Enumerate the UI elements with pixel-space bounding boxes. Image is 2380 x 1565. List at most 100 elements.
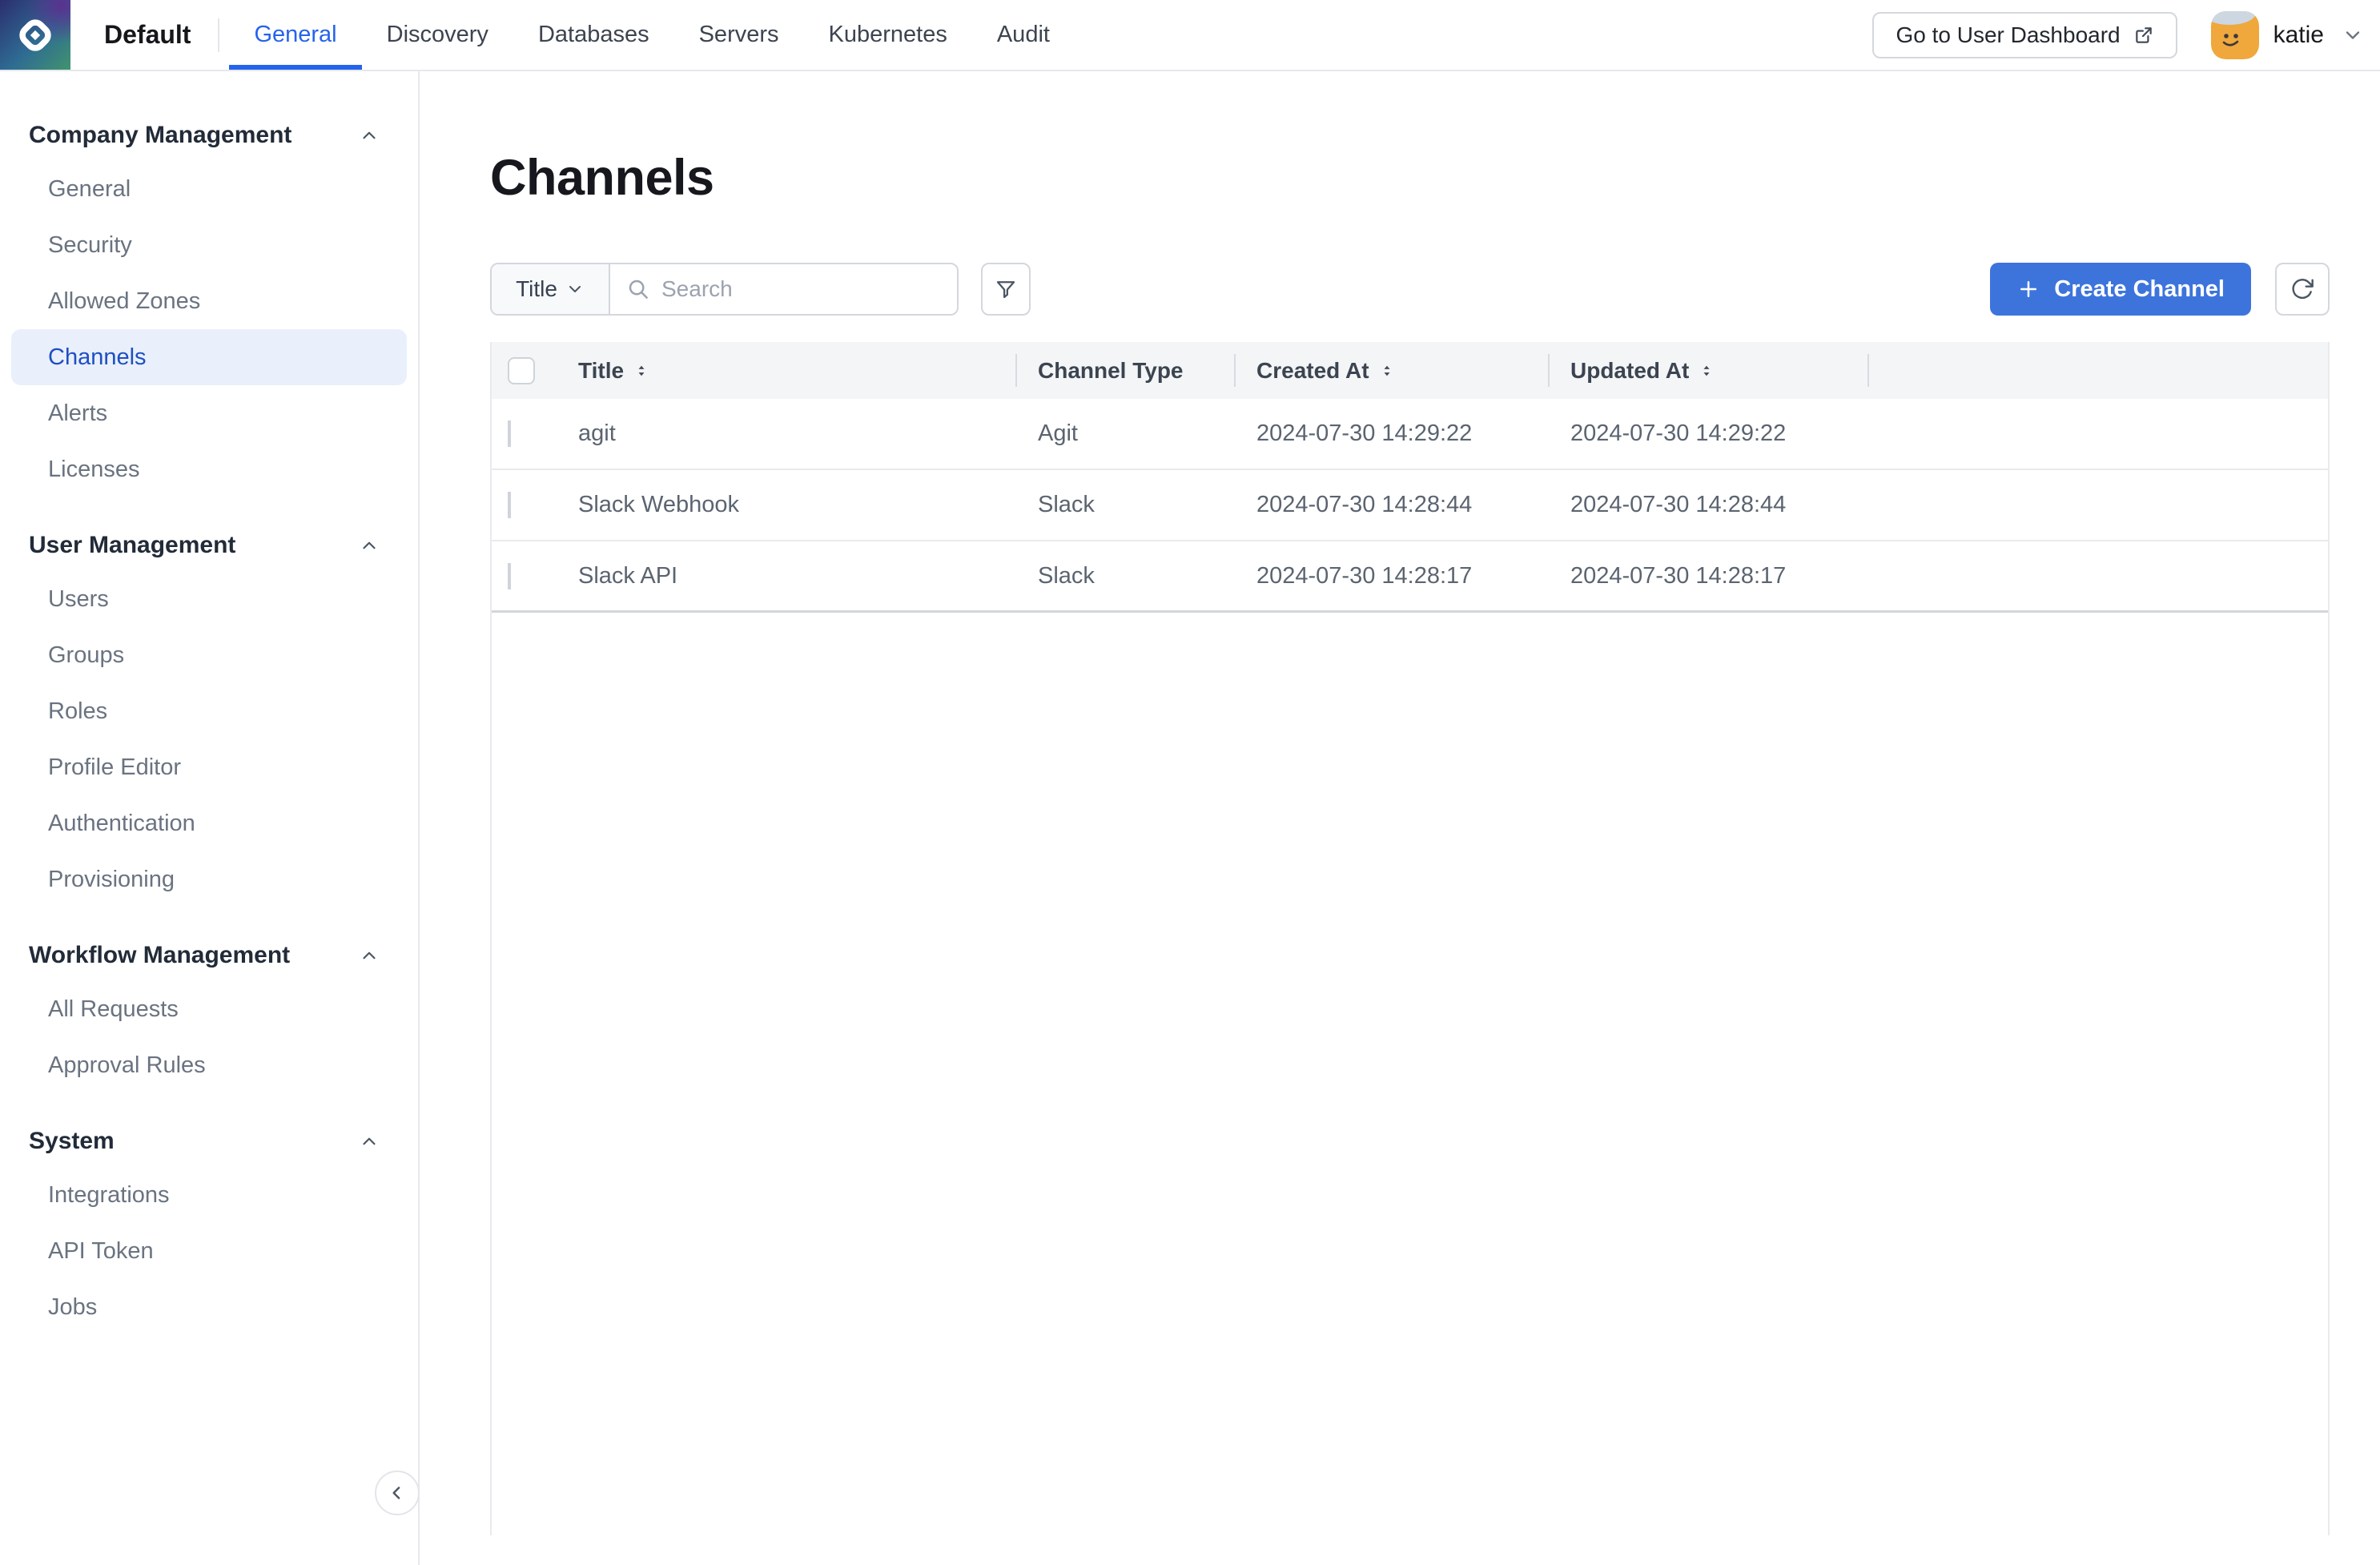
top-navbar: Default General Discovery Databases Serv… xyxy=(0,0,2380,71)
row-checkbox[interactable] xyxy=(508,420,511,447)
navbar-divider xyxy=(218,18,219,52)
table-row[interactable]: agit Agit 2024-07-30 14:29:22 2024-07-30… xyxy=(492,399,2328,470)
sidebar-section-user-management: User Management Users Groups Roles Profi… xyxy=(0,520,418,907)
go-to-user-dashboard-button[interactable]: Go to User Dashboard xyxy=(1872,12,2177,58)
funnel-icon xyxy=(994,277,1018,301)
row-checkbox-cell xyxy=(492,563,562,589)
navbar-right: Go to User Dashboard katie xyxy=(1872,0,2380,70)
sort-arrows-icon xyxy=(633,361,649,380)
cell-title: Slack Webhook xyxy=(562,492,1015,518)
row-checkbox-cell xyxy=(492,420,562,447)
column-header-title[interactable]: Title xyxy=(562,342,1015,399)
column-label: Created At xyxy=(1256,358,1369,384)
sidebar-header-user-management[interactable]: User Management xyxy=(0,520,418,571)
go-to-user-dashboard-label: Go to User Dashboard xyxy=(1896,22,2120,48)
sidebar-collapse-button[interactable] xyxy=(375,1470,420,1515)
username: katie xyxy=(2273,22,2324,49)
table-toolbar: Title Create Channel xyxy=(490,263,2330,316)
row-checkbox[interactable] xyxy=(508,563,511,589)
sidebar-item-profile-editor[interactable]: Profile Editor xyxy=(11,739,407,795)
search-group: Title xyxy=(490,263,959,316)
search-field-selector-value: Title xyxy=(516,276,557,302)
search-icon xyxy=(626,277,650,301)
cell-title: Slack API xyxy=(562,563,1015,589)
chevron-left-icon xyxy=(387,1483,408,1503)
header-checkbox-cell xyxy=(492,342,562,399)
table-header-row: Title Channel Type Created At Updated At xyxy=(492,342,2328,399)
create-channel-button[interactable]: Create Channel xyxy=(1990,263,2251,316)
sidebar-item-api-token[interactable]: API Token xyxy=(11,1223,407,1279)
tab-audit[interactable]: Audit xyxy=(972,0,1075,70)
external-link-icon xyxy=(2133,25,2154,46)
select-all-checkbox[interactable] xyxy=(508,357,535,384)
search-input[interactable] xyxy=(661,276,941,302)
chevron-up-icon xyxy=(359,1131,380,1152)
column-header-created-at[interactable]: Created At xyxy=(1234,342,1548,399)
sidebar-section-title: Company Management xyxy=(29,122,291,149)
sidebar-header-system[interactable]: System xyxy=(0,1116,418,1167)
cell-created-at: 2024-07-30 14:28:17 xyxy=(1234,563,1548,589)
row-checkbox-cell xyxy=(492,492,562,518)
chevron-down-icon xyxy=(565,280,585,299)
sidebar-item-authentication[interactable]: Authentication xyxy=(11,795,407,851)
chevron-up-icon xyxy=(359,125,380,146)
tab-general[interactable]: General xyxy=(229,0,361,70)
sidebar-item-integrations[interactable]: Integrations xyxy=(11,1167,407,1223)
cell-updated-at: 2024-07-30 14:29:22 xyxy=(1548,420,1867,447)
top-tabs: General Discovery Databases Servers Kube… xyxy=(229,0,1075,70)
sidebar-item-alerts[interactable]: Alerts xyxy=(11,385,407,441)
tab-servers[interactable]: Servers xyxy=(674,0,804,70)
workspace-name: Default xyxy=(104,20,191,50)
sort-arrows-icon xyxy=(1699,361,1715,380)
column-header-actions xyxy=(1867,342,2328,399)
cell-channel-type: Slack xyxy=(1015,563,1234,589)
sidebar-item-general[interactable]: General xyxy=(11,161,407,217)
sidebar-item-users[interactable]: Users xyxy=(11,571,407,627)
table-row[interactable]: Slack API Slack 2024-07-30 14:28:17 2024… xyxy=(492,541,2328,613)
tab-databases[interactable]: Databases xyxy=(513,0,674,70)
tab-kubernetes[interactable]: Kubernetes xyxy=(804,0,972,70)
refresh-button[interactable] xyxy=(2275,263,2330,316)
app-shell: Company Management General Security Allo… xyxy=(0,71,2380,1565)
column-header-updated-at[interactable]: Updated At xyxy=(1548,342,1867,399)
sidebar-section-company-management: Company Management General Security Allo… xyxy=(0,110,418,497)
create-channel-label: Create Channel xyxy=(2054,276,2225,303)
user-menu-toggle[interactable] xyxy=(2342,24,2364,46)
cell-updated-at: 2024-07-30 14:28:17 xyxy=(1548,563,1867,589)
refresh-icon xyxy=(2290,276,2315,302)
chevron-up-icon xyxy=(359,945,380,966)
column-label: Updated At xyxy=(1570,358,1689,384)
cell-created-at: 2024-07-30 14:29:22 xyxy=(1234,420,1548,447)
sidebar-item-provisioning[interactable]: Provisioning xyxy=(11,851,407,907)
sidebar-item-licenses[interactable]: Licenses xyxy=(11,441,407,497)
sidebar-item-roles[interactable]: Roles xyxy=(11,683,407,739)
plus-icon xyxy=(2016,277,2040,301)
sidebar-item-security[interactable]: Security xyxy=(11,217,407,273)
search-field-selector[interactable]: Title xyxy=(492,264,610,314)
user-avatar[interactable] xyxy=(2211,11,2259,59)
chevron-up-icon xyxy=(359,535,380,556)
sidebar-section-title: Workflow Management xyxy=(29,942,290,969)
table-row[interactable]: Slack Webhook Slack 2024-07-30 14:28:44 … xyxy=(492,470,2328,541)
tab-discovery[interactable]: Discovery xyxy=(362,0,513,70)
sidebar-item-approval-rules[interactable]: Approval Rules xyxy=(11,1037,407,1093)
main-content: Channels Title Create Channel xyxy=(420,71,2380,1565)
search-box xyxy=(610,264,957,314)
app-logo[interactable] xyxy=(0,0,70,70)
cell-updated-at: 2024-07-30 14:28:44 xyxy=(1548,492,1867,518)
sidebar-item-jobs[interactable]: Jobs xyxy=(11,1279,407,1335)
sidebar-item-all-requests[interactable]: All Requests xyxy=(11,981,407,1037)
filter-button[interactable] xyxy=(981,263,1031,316)
row-checkbox[interactable] xyxy=(508,492,511,518)
settings-sidebar: Company Management General Security Allo… xyxy=(0,71,420,1565)
sidebar-header-workflow-management[interactable]: Workflow Management xyxy=(0,930,418,981)
sidebar-item-channels[interactable]: Channels xyxy=(11,329,407,385)
sidebar-item-allowed-zones[interactable]: Allowed Zones xyxy=(11,273,407,329)
sidebar-header-company-management[interactable]: Company Management xyxy=(0,110,418,161)
column-label: Channel Type xyxy=(1038,358,1184,384)
cell-created-at: 2024-07-30 14:28:44 xyxy=(1234,492,1548,518)
sidebar-item-groups[interactable]: Groups xyxy=(11,627,407,683)
sidebar-section-workflow-management: Workflow Management All Requests Approva… xyxy=(0,930,418,1093)
cell-title: agit xyxy=(562,420,1015,447)
sidebar-section-system: System Integrations API Token Jobs xyxy=(0,1116,418,1335)
